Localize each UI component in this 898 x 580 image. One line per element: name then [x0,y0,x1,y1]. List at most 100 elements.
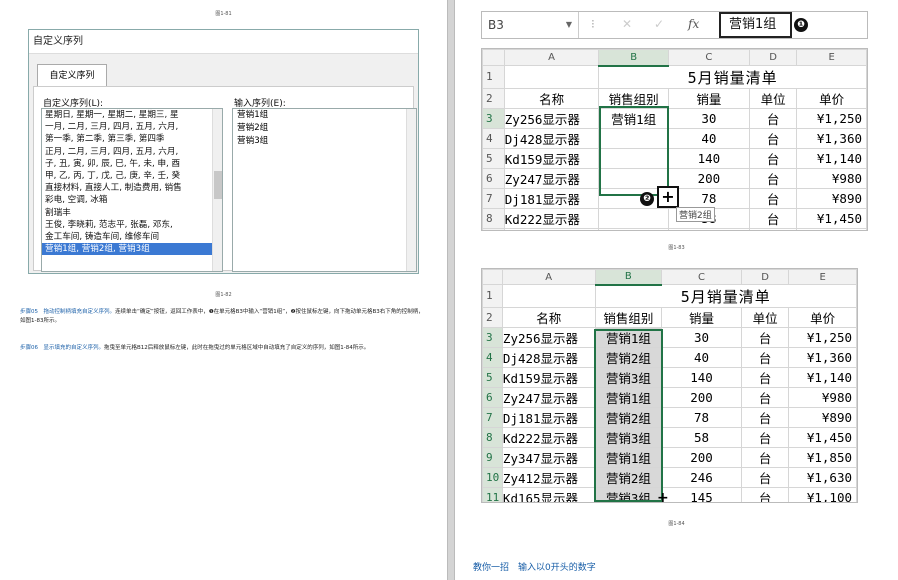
column-title[interactable]: 单位 [748,87,798,109]
row-header[interactable]: 6 [482,386,503,408]
cell[interactable]: 台 [748,227,798,230]
cell[interactable]: 台 [748,127,798,149]
cell[interactable]: 营销2组 [594,466,663,488]
cell[interactable]: ¥1,140 [788,366,857,388]
cell[interactable]: Zy256显示器 [503,107,600,129]
cell[interactable]: Kd159显示器 [503,147,600,169]
cell[interactable] [598,207,669,229]
custom-list-item[interactable]: 直接材料, 直接人工, 制造费用, 销售 [42,182,222,194]
cell[interactable]: 40 [661,346,742,368]
column-header-A[interactable]: A [501,269,596,285]
cell[interactable]: 台 [740,486,790,502]
cell[interactable]: Dj181显示器 [501,406,596,428]
row-header[interactable]: 5 [482,366,503,388]
cell[interactable]: 营销3组 [594,366,663,388]
cell[interactable]: ¥1,850 [796,227,867,230]
custom-list-item[interactable]: 金工车间, 铸造车间, 维修车间 [42,231,222,243]
cell[interactable]: 台 [748,107,798,129]
cell[interactable]: 台 [740,346,790,368]
column-header-D[interactable]: D [740,269,790,285]
cell[interactable]: Kd165显示器 [501,486,596,502]
column-title[interactable]: 单价 [796,87,867,109]
cell[interactable]: Dj428显示器 [501,346,596,368]
row-header[interactable]: 7 [482,406,503,428]
row-header[interactable]: 1 [482,65,505,89]
cell[interactable] [598,147,669,169]
cell[interactable]: 200 [661,386,742,408]
fill-handle-cursor[interactable]: + [657,186,679,208]
cell[interactable]: 台 [740,406,790,428]
chevron-down-icon[interactable]: ▼ [566,12,572,38]
sheet-title[interactable]: 5月销量清单 [594,284,857,308]
cell[interactable]: Dj181显示器 [503,187,600,209]
cell[interactable]: Kd222显示器 [501,426,596,448]
row-header[interactable]: 9 [482,446,503,468]
column-title[interactable]: 单位 [740,306,790,328]
scroll-thumb[interactable] [214,171,222,199]
row-header[interactable]: 3 [482,107,505,129]
cell[interactable]: ¥1,140 [796,147,867,169]
cell[interactable]: 78 [667,187,750,209]
custom-list-item[interactable]: 营销1组, 营销2组, 营销3组 [42,243,222,256]
cell[interactable]: 200 [667,227,750,230]
row-header[interactable]: 4 [482,127,505,149]
cell[interactable] [598,227,669,230]
column-header-A[interactable]: A [503,49,600,66]
name-box[interactable]: B3 ▼ [482,12,579,38]
cell[interactable] [598,167,669,189]
cell[interactable]: 140 [667,147,750,169]
row-header[interactable]: 1 [482,284,503,308]
cell[interactable]: ¥1,250 [796,107,867,129]
cell[interactable] [501,284,596,308]
cell[interactable]: Kd222显示器 [503,207,600,229]
cell[interactable] [503,65,600,89]
cell[interactable]: 40 [667,127,750,149]
column-title[interactable]: 单价 [788,306,857,328]
row-header[interactable]: 10 [482,466,503,488]
cell[interactable]: 台 [740,446,790,468]
cell[interactable]: 58 [661,426,742,448]
column-header-B[interactable]: B [598,49,669,67]
cell[interactable]: 30 [667,107,750,129]
custom-list-item[interactable]: 星期日, 星期一, 星期二, 星期三, 星 [42,109,222,121]
column-title[interactable]: 名称 [501,306,596,328]
cell[interactable]: 营销2组 [594,406,663,428]
column-header-E[interactable]: E [796,49,867,66]
column-title[interactable]: 销售组别 [594,306,663,328]
cell[interactable]: ¥890 [796,187,867,209]
cell[interactable]: ¥1,360 [796,127,867,149]
cell[interactable]: 营销1组 [594,386,663,408]
cell[interactable]: ¥1,630 [788,466,857,488]
cell[interactable]: Zy256显示器 [501,326,596,348]
cell[interactable]: 营销3组 [594,426,663,448]
custom-lists-listbox[interactable]: 星期日, 星期一, 星期二, 星期三, 星一月, 二月, 三月, 四月, 五月,… [41,108,223,272]
cell[interactable]: 台 [740,366,790,388]
column-title[interactable]: 销量 [667,87,750,109]
column-header-E[interactable]: E [788,269,857,285]
column-title[interactable]: 销量 [661,306,742,328]
cell[interactable]: 台 [740,426,790,448]
row-header[interactable]: 2 [482,306,503,328]
cell[interactable]: Zy247显示器 [501,386,596,408]
cell[interactable]: 200 [661,446,742,468]
cell[interactable]: ¥980 [796,167,867,189]
cell[interactable]: ¥1,450 [788,426,857,448]
custom-list-item[interactable]: 一月, 二月, 三月, 四月, 五月, 六月, [42,121,222,133]
cell[interactable]: ¥980 [788,386,857,408]
row-header[interactable]: 4 [482,346,503,368]
custom-list-item[interactable]: 割瑞丰 [42,207,222,219]
row-header[interactable]: 6 [482,167,505,189]
row-header[interactable]: 8 [482,426,503,448]
sheet-title[interactable]: 5月销量清单 [598,65,867,89]
cell[interactable]: Zy347显示器 [503,227,600,230]
custom-list-item[interactable]: 子, 丑, 寅, 卯, 辰, 巳, 午, 未, 申, 酉 [42,158,222,170]
cell[interactable]: 140 [661,366,742,388]
cell[interactable]: Zy247显示器 [503,167,600,189]
formula-input[interactable]: 营销1组 [719,12,792,38]
row-header[interactable]: 8 [482,207,505,229]
column-header-D[interactable]: D [748,49,798,66]
cell[interactable]: 营销1组 [598,107,669,129]
column-header-C[interactable]: C [667,49,750,66]
row-header[interactable]: 7 [482,187,505,209]
cell[interactable]: ¥890 [788,406,857,428]
